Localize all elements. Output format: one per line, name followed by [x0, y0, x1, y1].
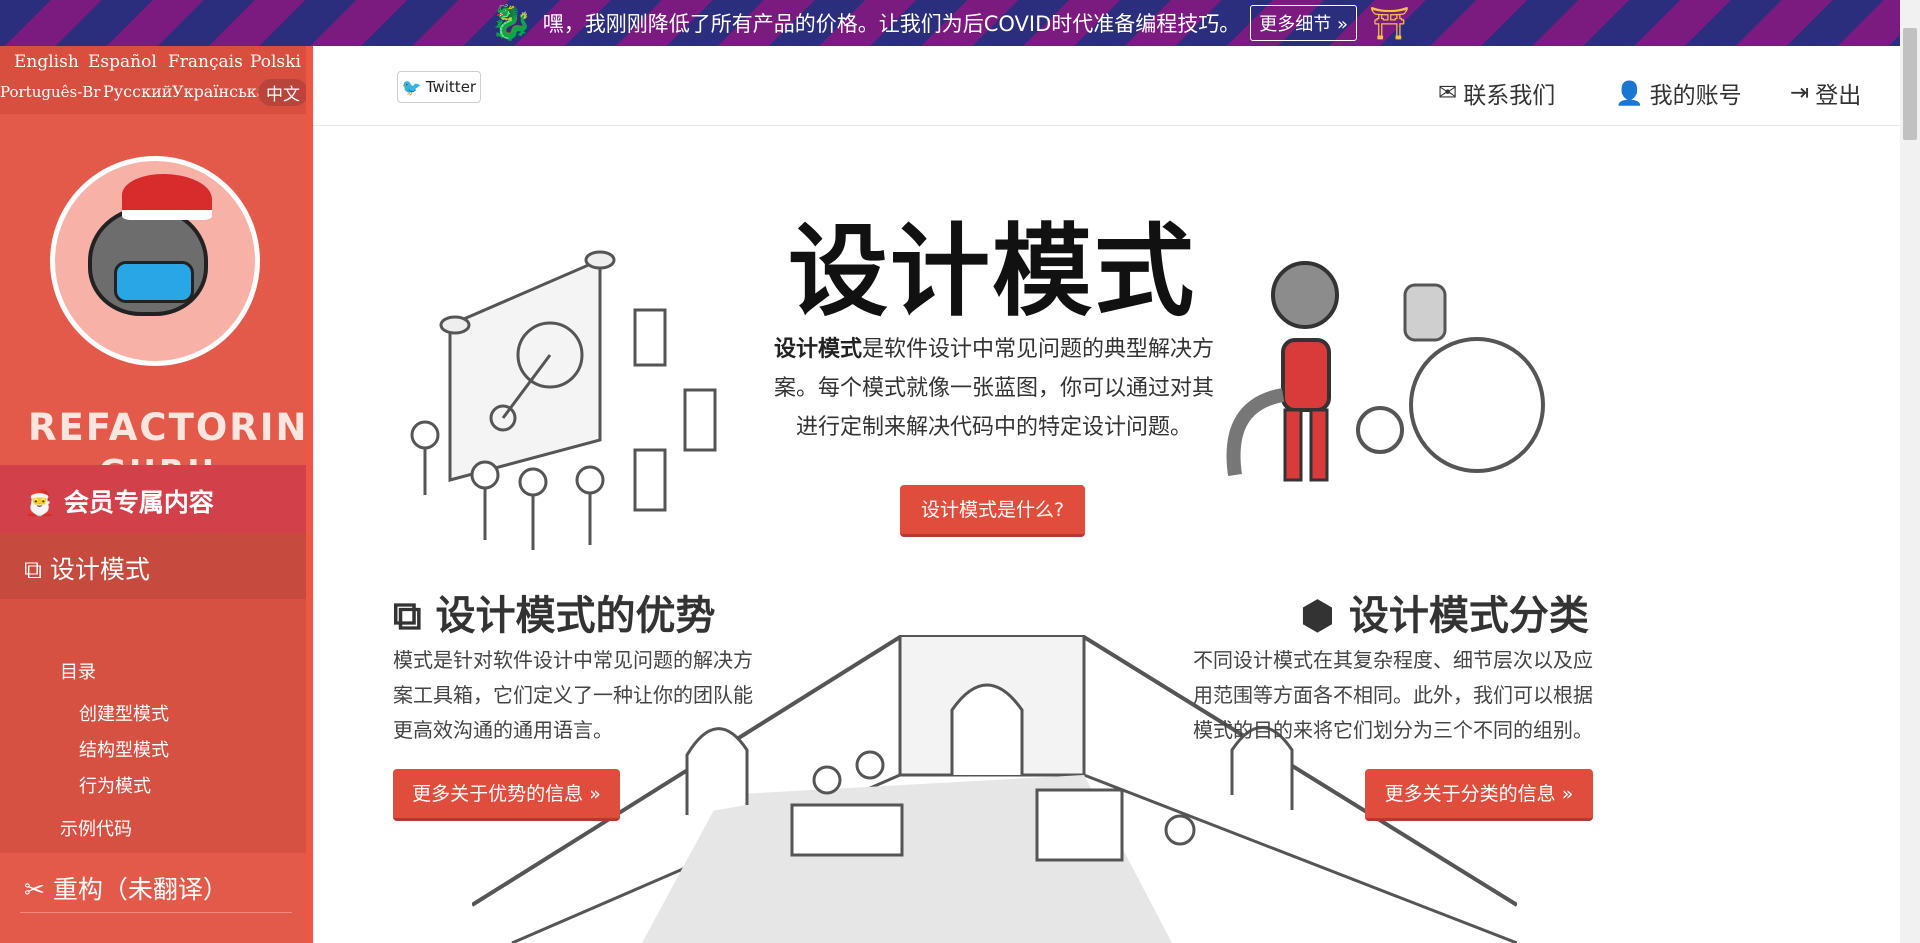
- banner-more-button[interactable]: 更多细节 »: [1250, 5, 1357, 41]
- contact-link[interactable]: ✉ 联系我们: [1438, 76, 1555, 110]
- cubes-icon: ⬢: [1300, 593, 1335, 639]
- language-switcher: English Español Français Polski Portuguê…: [0, 46, 306, 114]
- sidebar: English Español Français Polski Portuguê…: [0, 46, 313, 943]
- lang-espanol[interactable]: Español: [88, 52, 157, 72]
- nav-design-patterns[interactable]: ⧉ 设计模式: [0, 533, 306, 599]
- submenu-examples[interactable]: 示例代码: [60, 815, 132, 841]
- blueprint-illustration: [410, 250, 717, 550]
- classify-text: 不同设计模式在其复杂程度、细节层次以及应用范围等方面各不相同。此外，我们可以根据…: [1193, 648, 1593, 742]
- benefits-title-text: 设计模式的优势: [435, 593, 716, 639]
- lang-portugues[interactable]: Português-Br: [0, 83, 100, 101]
- classify-title: ⬢ 设计模式分类: [1300, 583, 1589, 641]
- nav-member-content[interactable]: 🎅 会员专属内容: [0, 465, 306, 533]
- contact-label: 联系我们: [1463, 83, 1556, 109]
- lang-chinese[interactable]: 中文: [258, 79, 306, 106]
- refactoring-guru-logo[interactable]: REFACTORING ·GURU·: [28, 126, 313, 496]
- envelope-icon: ✉: [1438, 80, 1458, 106]
- nav-refactor-label: 重构（未翻译）: [52, 875, 228, 904]
- promo-banner: 🐉 嘿，我刚刚降低了所有产品的价格。让我们为后COVID时代准备编程技巧。 更多…: [0, 0, 1900, 46]
- page-description-bold: 设计模式: [773, 337, 862, 362]
- santa-hat-icon: [122, 174, 212, 220]
- scissors-icon: ✂: [24, 875, 45, 904]
- sidebar-divider: [20, 912, 292, 913]
- classify-title-text: 设计模式分类: [1348, 593, 1589, 639]
- logout-link[interactable]: ⇥ 登出: [1790, 76, 1861, 110]
- submenu-behavioral[interactable]: 行为模式: [79, 772, 151, 798]
- benefits-more-button[interactable]: 更多关于优势的信息 »: [393, 769, 620, 821]
- scrollbar-thumb[interactable]: [1903, 28, 1917, 140]
- scrollbar[interactable]: [1900, 0, 1920, 943]
- lang-russian[interactable]: Русский: [103, 82, 172, 101]
- lang-polski[interactable]: Polski: [250, 52, 301, 72]
- user-icon: 👤: [1615, 80, 1644, 107]
- benefits-title: ⧉ 设计模式的优势: [393, 583, 716, 641]
- submenu-creational[interactable]: 创建型模式: [79, 700, 169, 726]
- logout-label: 登出: [1815, 83, 1862, 109]
- puzzle-icon: ⧉: [393, 593, 422, 639]
- twitter-icon: 🐦: [401, 77, 422, 97]
- pagoda-icon: ⛩: [1369, 4, 1410, 42]
- page-description: 设计模式是软件设计中常见问题的典型解决方案。每个模式就像一张蓝图，你可以通过对其…: [764, 330, 1224, 447]
- account-label: 我的账号: [1649, 83, 1742, 109]
- lang-english[interactable]: English: [14, 52, 79, 72]
- benefits-text: 模式是针对软件设计中常见问题的解决方案工具箱，它们定义了一种让你的团队能更高效沟…: [393, 648, 753, 742]
- lang-francais[interactable]: Français: [168, 52, 243, 72]
- patterns-submenu: 目录 创建型模式 结构型模式 行为模式 示例代码: [0, 599, 306, 853]
- raccoon-bicycle-illustration: [1226, 261, 1545, 482]
- santa-hat-icon: 🎅: [24, 488, 56, 517]
- lang-ukrainian[interactable]: Українська: [172, 82, 266, 101]
- classify-more-button[interactable]: 更多关于分类的信息 »: [1365, 769, 1593, 821]
- nav-refactoring[interactable]: ✂ 重构（未翻译）: [0, 853, 306, 919]
- page-title: 设计模式: [788, 213, 1196, 330]
- dragon-icon: 🐉: [490, 3, 533, 43]
- twitter-label: Twitter: [425, 78, 477, 96]
- nav-member-label: 会员专属内容: [63, 488, 214, 517]
- puzzle-icon: ⧉: [24, 555, 42, 584]
- logout-icon: ⇥: [1790, 80, 1810, 106]
- banner-text: 嘿，我刚刚降低了所有产品的价格。让我们为后COVID时代准备编程技巧。: [542, 12, 1241, 36]
- twitter-button[interactable]: 🐦 Twitter: [397, 71, 481, 103]
- nav-patterns-label: 设计模式: [49, 555, 150, 584]
- logo-text-line1: REFACTORING: [28, 406, 313, 449]
- what-is-pattern-button[interactable]: 设计模式是什么?: [900, 485, 1085, 537]
- top-header: 🐦 Twitter ✉ 联系我们 👤 我的账号 ⇥ 登出: [313, 46, 1900, 126]
- submenu-structural[interactable]: 结构型模式: [79, 736, 169, 762]
- submenu-catalog[interactable]: 目录: [60, 658, 96, 684]
- account-link[interactable]: 👤 我的账号: [1615, 76, 1742, 110]
- face-mask-icon: [114, 261, 194, 303]
